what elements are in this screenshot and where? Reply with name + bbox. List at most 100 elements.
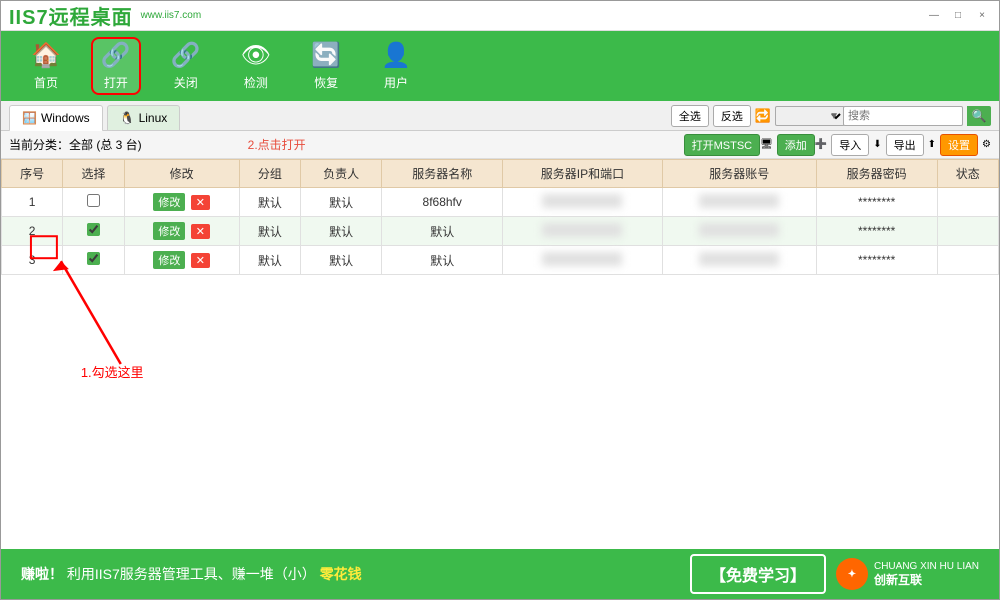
row3-password: ********: [816, 246, 937, 275]
export-button[interactable]: 导出: [886, 134, 924, 156]
open-hint-label: 2.点击打开: [248, 136, 306, 153]
tool-restore-label: 恢复: [314, 74, 338, 91]
select-all-button[interactable]: 全选: [671, 105, 709, 127]
col-select: 选择: [63, 160, 124, 188]
import-icon: ⬇: [873, 139, 881, 150]
tool-detect-label: 检测: [244, 74, 268, 91]
mstsc-icon: 🖥: [760, 139, 773, 150]
row2-password: ********: [816, 217, 937, 246]
app-subtitle: www.iis7.com: [141, 10, 202, 21]
row2-ip: [503, 217, 663, 246]
row2-name: 默认: [382, 217, 503, 246]
row3-status: [937, 246, 998, 275]
tool-open-label: 打开: [104, 74, 128, 91]
table-header-row: 序号 选择 修改 分组 负责人 服务器名称 服务器IP和端口 服务器账号 服务器…: [2, 160, 999, 188]
row2-edit-button[interactable]: 修改: [153, 222, 185, 240]
titlebar: IIS7远程桌面 www.iis7.com — □ ×: [1, 1, 999, 31]
row1-edit-button[interactable]: 修改: [153, 193, 185, 211]
open-mstsc-button[interactable]: 打开MSTSC: [684, 134, 761, 156]
maximize-button[interactable]: □: [949, 9, 967, 23]
close-tool-icon: 🔗: [171, 41, 201, 70]
row1-owner: 默认: [301, 188, 382, 217]
windows-icon: 🪟: [22, 111, 37, 125]
tool-close-label: 关闭: [174, 74, 198, 91]
col-ip: 服务器IP和端口: [503, 160, 663, 188]
table-row: 1 修改 ✕ 默认 默认 8f68hfv ********: [2, 188, 999, 217]
col-edit: 修改: [124, 160, 239, 188]
row2-checkbox[interactable]: [87, 223, 100, 236]
row3-checkbox[interactable]: [87, 252, 100, 265]
bottom-banner: 赚啦！ 利用IIS7服务器管理工具、赚一堆（小） 零花钱 【免费学习】 ✦ CH…: [1, 549, 999, 599]
category-label: 当前分类：全部 (总 3 台): [9, 136, 142, 153]
app-container: IIS7远程桌面 www.iis7.com — □ × 🏠 首页 🔗 打开 🔗 …: [0, 0, 1000, 600]
content-area: 序号 选择 修改 分组 负责人 服务器名称 服务器IP和端口 服务器账号 服务器…: [1, 159, 999, 549]
col-name: 服务器名称: [382, 160, 503, 188]
tool-home-label: 首页: [34, 74, 58, 91]
row3-owner: 默认: [301, 246, 382, 275]
table-row: 3 修改 ✕ 默认 默认 默认 ********: [2, 246, 999, 275]
export-icon: ⬆: [928, 139, 936, 150]
row1-id: 1: [2, 188, 63, 217]
row2-del-button[interactable]: ✕: [191, 224, 210, 239]
tool-restore[interactable]: 🔄 恢复: [301, 37, 351, 95]
add-icon: ➕: [815, 139, 827, 150]
row2-id: 2: [2, 217, 63, 246]
search-button[interactable]: 🔍: [967, 106, 991, 126]
filter-dropdown[interactable]: [775, 106, 845, 126]
settings-icon: ⚙: [982, 139, 991, 150]
table-row: 2 修改 ✕ 默认 默认 默认 ********: [2, 217, 999, 246]
row1-password: ********: [816, 188, 937, 217]
banner-prefix: 赚啦！: [21, 566, 63, 582]
app-logo: IIS7远程桌面: [9, 1, 133, 30]
row3-id: 3: [2, 246, 63, 275]
row1-group: 默认: [239, 188, 300, 217]
col-account: 服务器账号: [662, 160, 816, 188]
import-button[interactable]: 导入: [831, 134, 869, 156]
refresh-icon[interactable]: 🔁: [755, 108, 771, 124]
row1-ip: [503, 188, 663, 217]
row3-account: [662, 246, 816, 275]
row2-status: [937, 217, 998, 246]
banner-text: 赚啦！ 利用IIS7服务器管理工具、赚一堆（小） 零花钱: [21, 564, 362, 584]
row3-del-button[interactable]: ✕: [191, 253, 210, 268]
tool-home[interactable]: 🏠 首页: [21, 37, 71, 95]
minimize-button[interactable]: —: [925, 9, 943, 23]
server-table: 序号 选择 修改 分组 负责人 服务器名称 服务器IP和端口 服务器账号 服务器…: [1, 159, 999, 275]
search-input[interactable]: [843, 106, 963, 126]
user-icon: 👤: [381, 41, 411, 70]
restore-icon: 🔄: [311, 41, 341, 70]
tool-close[interactable]: 🔗 关闭: [161, 37, 211, 95]
free-learn-button[interactable]: 【免费学习】: [690, 554, 826, 594]
row3-group: 默认: [239, 246, 300, 275]
tool-user[interactable]: 👤 用户: [371, 37, 421, 95]
invert-button[interactable]: 反选: [713, 105, 751, 127]
open-icon: 🔗: [101, 41, 131, 70]
col-owner: 负责人: [301, 160, 382, 188]
close-button[interactable]: ×: [973, 9, 991, 23]
col-group: 分组: [239, 160, 300, 188]
banner-highlight: 零花钱: [320, 566, 362, 582]
row1-status: [937, 188, 998, 217]
row1-del-button[interactable]: ✕: [191, 195, 210, 210]
tab-linux[interactable]: 🐧 Linux: [107, 105, 181, 130]
settings-button[interactable]: 设置: [940, 134, 978, 156]
tab-windows[interactable]: 🪟 Windows: [9, 105, 103, 132]
tab-linux-label: Linux: [139, 111, 168, 125]
row3-checkbox-cell: [63, 246, 124, 275]
add-button[interactable]: 添加: [777, 134, 815, 156]
tool-open[interactable]: 🔗 打开: [91, 37, 141, 95]
row1-account: [662, 188, 816, 217]
row1-checkbox-cell: [63, 188, 124, 217]
row1-edit-cell: 修改 ✕: [124, 188, 239, 217]
row3-edit-button[interactable]: 修改: [153, 251, 185, 269]
col-status: 状态: [937, 160, 998, 188]
tabs-and-actions: 🪟 Windows 🐧 Linux 全选 反选 🔁 ▼ 🔍: [1, 101, 999, 131]
sub-action-buttons: 打开MSTSC 🖥 添加 ➕ 导入 ⬇ 导出 ⬆ 设置 ⚙: [684, 134, 991, 156]
brand-icon: ✦: [836, 558, 868, 590]
row2-owner: 默认: [301, 217, 382, 246]
row1-checkbox[interactable]: [87, 194, 100, 207]
sub-action-bar: 当前分类：全部 (总 3 台) 2.点击打开 打开MSTSC 🖥 添加 ➕ 导入…: [1, 131, 999, 159]
tool-detect[interactable]: 👁 检测: [231, 37, 281, 95]
server-table-container: 序号 选择 修改 分组 负责人 服务器名称 服务器IP和端口 服务器账号 服务器…: [1, 159, 999, 549]
row3-edit-cell: 修改 ✕: [124, 246, 239, 275]
